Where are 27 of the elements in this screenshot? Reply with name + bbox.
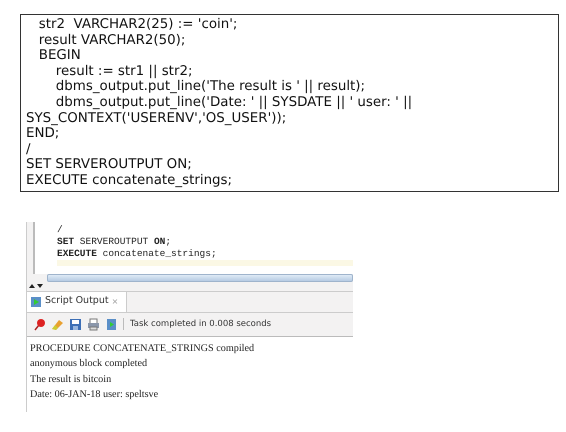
code-line: result := str1 || str2; (54, 64, 194, 80)
code-line: BEGIN (38, 48, 82, 64)
code-line: / (57, 224, 64, 236)
code-line: SET SERVEROUTPUT ON; (57, 236, 172, 248)
code-line: / (26, 142, 32, 158)
document-icon[interactable] (105, 318, 118, 331)
code-line: dbms_output.put_line('Date: ' || SYSDATE || ' user: ' || (54, 94, 414, 111)
output-line: The result is bitcoin (30, 372, 112, 387)
output-line: anonymous block completed (30, 357, 148, 372)
code-line: SYS_CONTEXT('USERENV','OS_USER')); (26, 110, 288, 126)
code-line: dbms_output.put_line('The result is ' || result); (54, 79, 366, 95)
status-text: Task completed in 0.008 seconds (123, 318, 272, 330)
code-line: EXECUTE concatenate_strings; (26, 172, 234, 189)
output-tab[interactable]: Script Output × (27, 292, 128, 312)
output-line: PROCEDURE CONCATENATE_STRINGS compiled (30, 342, 256, 356)
splitter-arrows-icon[interactable] (29, 282, 43, 290)
pin-icon[interactable] (33, 318, 46, 331)
output-line: Date: 06-JAN-18 user: speltsve (30, 388, 160, 402)
save-icon[interactable] (69, 318, 82, 331)
code-line: SET SERVEROUTPUT ON; (26, 157, 193, 173)
script-icon (30, 296, 42, 308)
tab-label: Script Output (45, 294, 109, 308)
code-line: END; (26, 126, 60, 142)
print-icon[interactable] (87, 318, 100, 331)
code-line: result VARCHAR2(50); (38, 32, 186, 48)
code-line: str2 VARCHAR2(25) := 'coin'; (38, 17, 238, 33)
code-line: EXECUTE concatenate_strings; (57, 248, 218, 260)
